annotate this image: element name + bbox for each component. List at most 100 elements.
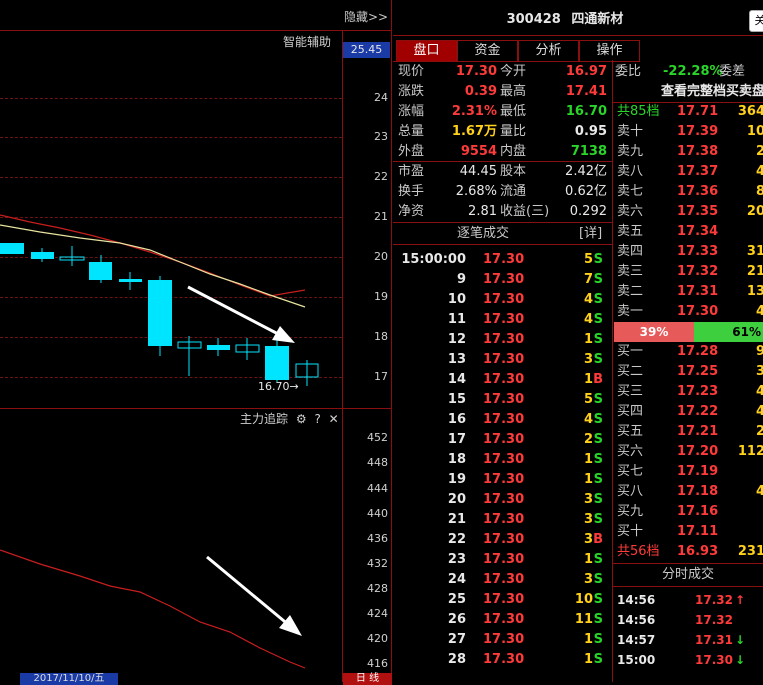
fund-value: 2.42亿 bbox=[565, 164, 607, 179]
list-item[interactable]: 卖三 17.32 21 bbox=[615, 262, 763, 282]
trade-time: 27 bbox=[447, 632, 466, 647]
tab-0[interactable]: 盘口 bbox=[396, 40, 457, 62]
quote-label: 最高 bbox=[500, 84, 527, 99]
table-row[interactable]: 15 17.30 5 S bbox=[393, 390, 611, 410]
trade-volume: 1 bbox=[583, 652, 593, 667]
date-tag: 2017/11/10/五 bbox=[20, 673, 118, 685]
table-row[interactable]: 24 17.30 3 S bbox=[393, 570, 611, 590]
table-row[interactable]: 25 17.30 10 S bbox=[393, 590, 611, 610]
trade-direction: S bbox=[593, 332, 603, 347]
table-row[interactable]: 22 17.30 3 B bbox=[393, 530, 611, 550]
main-track-title: 主力追踪 ⚙ ? ✕ bbox=[240, 410, 339, 427]
book-qty: 2 bbox=[755, 144, 763, 159]
trade-price: 17.30 bbox=[483, 632, 525, 647]
close-button[interactable]: 关 bbox=[749, 10, 763, 32]
list-item[interactable]: 卖九 17.38 2 bbox=[615, 142, 763, 162]
list-item[interactable]: 买六 17.20 112 bbox=[615, 442, 763, 462]
quote-label: 外盘 bbox=[398, 144, 425, 159]
table-row[interactable]: 18 17.30 1 S bbox=[393, 450, 611, 470]
table-row[interactable]: 27 17.30 1 S bbox=[393, 630, 611, 650]
table-row[interactable]: 19 17.30 1 S bbox=[393, 470, 611, 490]
full-book-link[interactable]: 查看完整档买卖盘 bbox=[615, 82, 763, 102]
trade-direction: S bbox=[593, 292, 603, 307]
main-track-line bbox=[0, 549, 306, 669]
table-row[interactable]: 17 17.30 2 S bbox=[393, 430, 611, 450]
table-row[interactable]: 14 17.30 1 B bbox=[393, 370, 611, 390]
ts-price: 17.31 bbox=[695, 633, 733, 647]
kline-chart-area[interactable]: 隐藏>> 智能辅助 25.45 24 23 22 21 20 19 18 17 452 448 4… bbox=[0, 0, 392, 685]
list-item[interactable]: 买七 17.19 bbox=[615, 462, 763, 482]
tab-1[interactable]: 资金 bbox=[457, 40, 518, 62]
list-item[interactable]: 共85档 17.71 364 bbox=[615, 102, 763, 122]
list-item[interactable]: 卖四 17.33 31 bbox=[615, 242, 763, 262]
trade-volume: 3 bbox=[583, 352, 593, 367]
quote-label: 最低 bbox=[500, 104, 527, 119]
table-row[interactable]: 10 17.30 4 S bbox=[393, 290, 611, 310]
table-row[interactable]: 20 17.30 3 S bbox=[393, 490, 611, 510]
full-book-link-text[interactable]: 查看完整档买卖盘 bbox=[661, 84, 763, 99]
list-item[interactable]: 买九 17.16 bbox=[615, 502, 763, 522]
y-tick-label: 416 bbox=[367, 657, 388, 670]
gear-icon[interactable]: ⚙ bbox=[296, 412, 307, 426]
list-item[interactable]: 15:00 17.30 ↓ bbox=[615, 650, 763, 670]
list-item[interactable]: 卖十 17.39 10 bbox=[615, 122, 763, 142]
trade-volume: 3 bbox=[583, 572, 593, 587]
trade-time: 18 bbox=[447, 452, 466, 467]
list-item[interactable]: 卖七 17.36 8 bbox=[615, 182, 763, 202]
table-row[interactable]: 28 17.30 1 S bbox=[393, 650, 611, 670]
list-item[interactable]: 买四 17.22 4 bbox=[615, 402, 763, 422]
list-item[interactable]: 买一 17.28 9 bbox=[615, 342, 763, 362]
list-item[interactable]: 买三 17.23 4 bbox=[615, 382, 763, 402]
help-icon[interactable]: ? bbox=[314, 412, 320, 426]
list-item[interactable]: 买五 17.21 2 bbox=[615, 422, 763, 442]
list-item[interactable]: 卖六 17.35 20 bbox=[615, 202, 763, 222]
list-item[interactable]: 买十 17.11 bbox=[615, 522, 763, 542]
list-item[interactable]: 共56档 16.93 231 bbox=[615, 542, 763, 562]
trades-detail-link[interactable]: [详] bbox=[579, 224, 602, 244]
fund-value: 44.45 bbox=[459, 164, 497, 179]
list-item[interactable]: 买二 17.25 3 bbox=[615, 362, 763, 382]
table-row[interactable]: 21 17.30 3 S bbox=[393, 510, 611, 530]
list-item[interactable]: 14:56 17.32 ↑ bbox=[615, 590, 763, 610]
y-tick-label: 23 bbox=[374, 130, 388, 143]
list-item[interactable]: 卖二 17.31 13 bbox=[615, 282, 763, 302]
table-row[interactable]: 12 17.30 1 S bbox=[393, 330, 611, 350]
book-qty: 4 bbox=[755, 404, 763, 419]
period-tag[interactable]: 日 线 bbox=[343, 673, 392, 685]
trade-price: 17.30 bbox=[483, 492, 525, 507]
quote-value: 1.67万 bbox=[451, 124, 497, 139]
table-row[interactable]: 9 17.30 7 S bbox=[393, 270, 611, 290]
table-row[interactable]: 13 17.30 3 S bbox=[393, 350, 611, 370]
close-icon[interactable]: ✕ bbox=[329, 412, 339, 426]
book-price: 17.35 bbox=[677, 204, 719, 219]
tab-3[interactable]: 操作 bbox=[579, 40, 640, 62]
fund-label: 净资 bbox=[398, 204, 425, 219]
trade-price: 17.30 bbox=[483, 472, 525, 487]
tab-2[interactable]: 分析 bbox=[518, 40, 579, 62]
table-row[interactable]: 16 17.30 4 S bbox=[393, 410, 611, 430]
table-row[interactable]: 23 17.30 1 S bbox=[393, 550, 611, 570]
book-level-label: 卖三 bbox=[617, 264, 644, 279]
y-tick-label: 424 bbox=[367, 607, 388, 620]
list-item[interactable]: 卖一 17.30 4 bbox=[615, 302, 763, 322]
list-item[interactable]: 14:57 17.31 ↓ bbox=[615, 630, 763, 650]
list-item[interactable]: 卖八 17.37 4 bbox=[615, 162, 763, 182]
book-price: 17.18 bbox=[677, 484, 719, 499]
list-item[interactable]: 卖五 17.34 bbox=[615, 222, 763, 242]
trade-time: 15:00:00 bbox=[401, 252, 466, 267]
y-tick-label: 22 bbox=[374, 170, 388, 183]
list-item[interactable]: 14:56 17.32 bbox=[615, 610, 763, 630]
table-row[interactable]: 11 17.30 4 S bbox=[393, 310, 611, 330]
table-row[interactable]: 15:00:00 17.30 5 S bbox=[393, 250, 611, 270]
trade-time: 28 bbox=[447, 652, 466, 667]
book-price: 17.21 bbox=[677, 424, 719, 439]
book-level-label: 买七 bbox=[617, 464, 644, 479]
table-row[interactable]: 26 17.30 11 S bbox=[393, 610, 611, 630]
hide-button[interactable]: 隐藏>> bbox=[344, 8, 388, 25]
list-item[interactable]: 买八 17.18 4 bbox=[615, 482, 763, 502]
y-tick-label: 452 bbox=[367, 431, 388, 444]
trade-price: 17.30 bbox=[483, 412, 525, 427]
trades-header-divider bbox=[393, 244, 612, 245]
book-level-label: 买一 bbox=[617, 344, 644, 359]
trade-direction: S bbox=[593, 632, 603, 647]
